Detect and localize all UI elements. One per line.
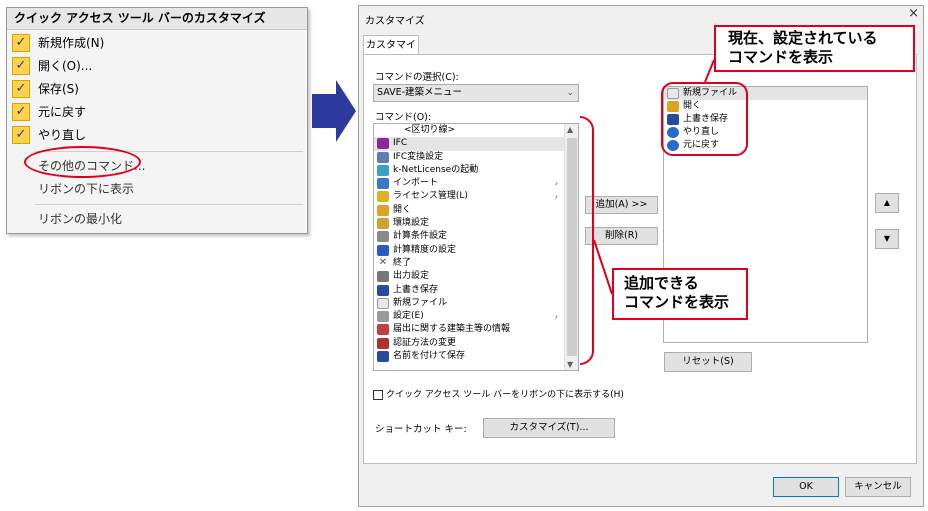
callout-current-commands: 現在、設定されている コマンドを表示 xyxy=(714,25,915,72)
callout-text: 現在、設定されている xyxy=(728,29,878,47)
callout-text: 追加できる xyxy=(624,274,699,292)
annotation-leader-lines xyxy=(593,59,715,295)
callout-available-commands: 追加できる コマンドを表示 xyxy=(612,268,748,320)
callout-text: コマンドを表示 xyxy=(728,48,834,66)
callout-text: コマンドを表示 xyxy=(624,293,730,311)
